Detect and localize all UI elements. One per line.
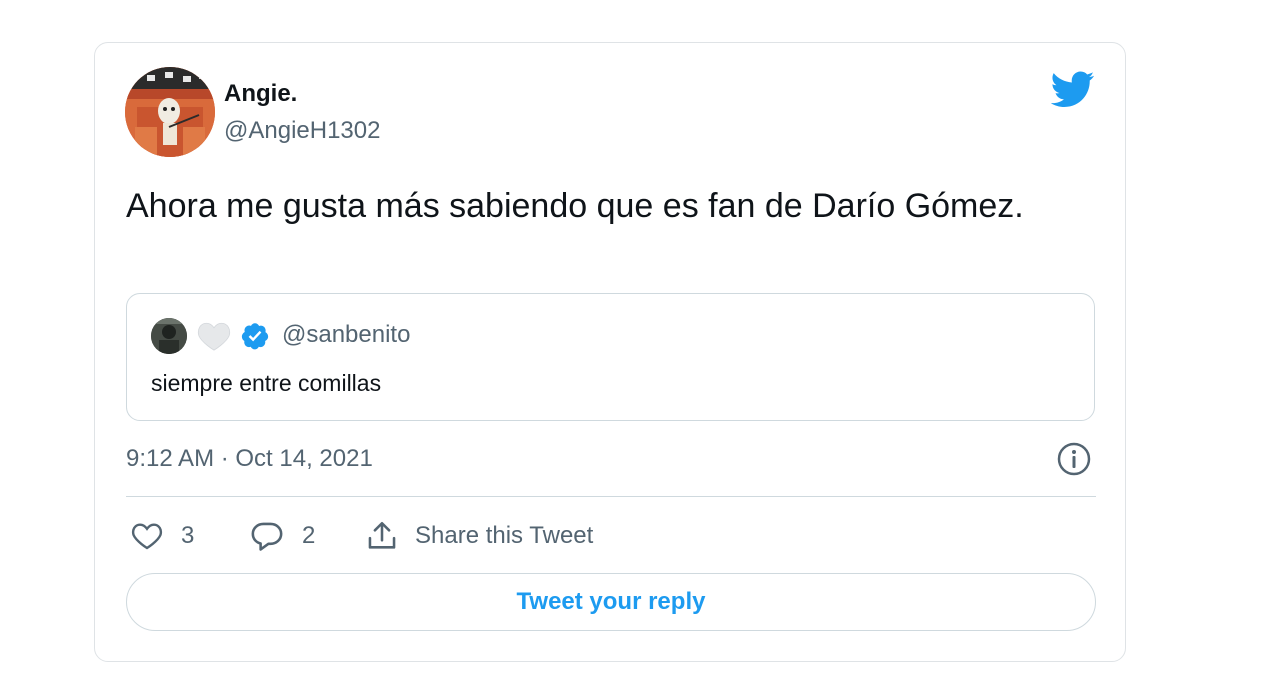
divider — [126, 496, 1096, 497]
quoted-tweet-text: siempre entre comillas — [151, 370, 382, 396]
tweet-your-reply-button[interactable]: Tweet your reply — [126, 573, 1096, 631]
speech-bubble-icon — [251, 522, 283, 551]
quoted-author-avatar[interactable] — [151, 318, 187, 354]
tweet-embed-card: Angie. @AngieH1302 Ahora me gusta más sa… — [94, 42, 1126, 662]
reply-count: 2 — [302, 522, 316, 549]
info-icon[interactable] — [1056, 441, 1092, 477]
share-label: Share this Tweet — [415, 522, 594, 549]
author-display-name[interactable]: Angie. — [224, 80, 297, 108]
twitter-bird-icon[interactable] — [1050, 71, 1095, 111]
share-button[interactable]: Share this Tweet — [365, 516, 593, 556]
author-avatar[interactable] — [125, 67, 215, 157]
avatar-image — [125, 67, 215, 157]
avatar-image — [151, 318, 187, 354]
tweet-text: Ahora me gusta más sabiendo que es fan d… — [126, 187, 1024, 225]
verified-badge-icon — [240, 321, 270, 351]
like-count: 3 — [181, 522, 195, 549]
heart-outline-icon — [131, 523, 163, 550]
tweet-timestamp[interactable]: 9:12 AM · Oct 14, 2021 — [126, 445, 373, 473]
reply-count-button[interactable]: 2 — [250, 516, 315, 556]
white-heart-icon — [197, 320, 231, 352]
like-button[interactable]: 3 — [131, 516, 194, 556]
quoted-tweet[interactable]: @sanbenito siempre entre comillas — [126, 293, 1095, 421]
share-upload-icon — [368, 521, 396, 549]
author-handle[interactable]: @AngieH1302 — [224, 117, 380, 145]
quoted-author-handle[interactable]: @sanbenito — [282, 321, 410, 349]
